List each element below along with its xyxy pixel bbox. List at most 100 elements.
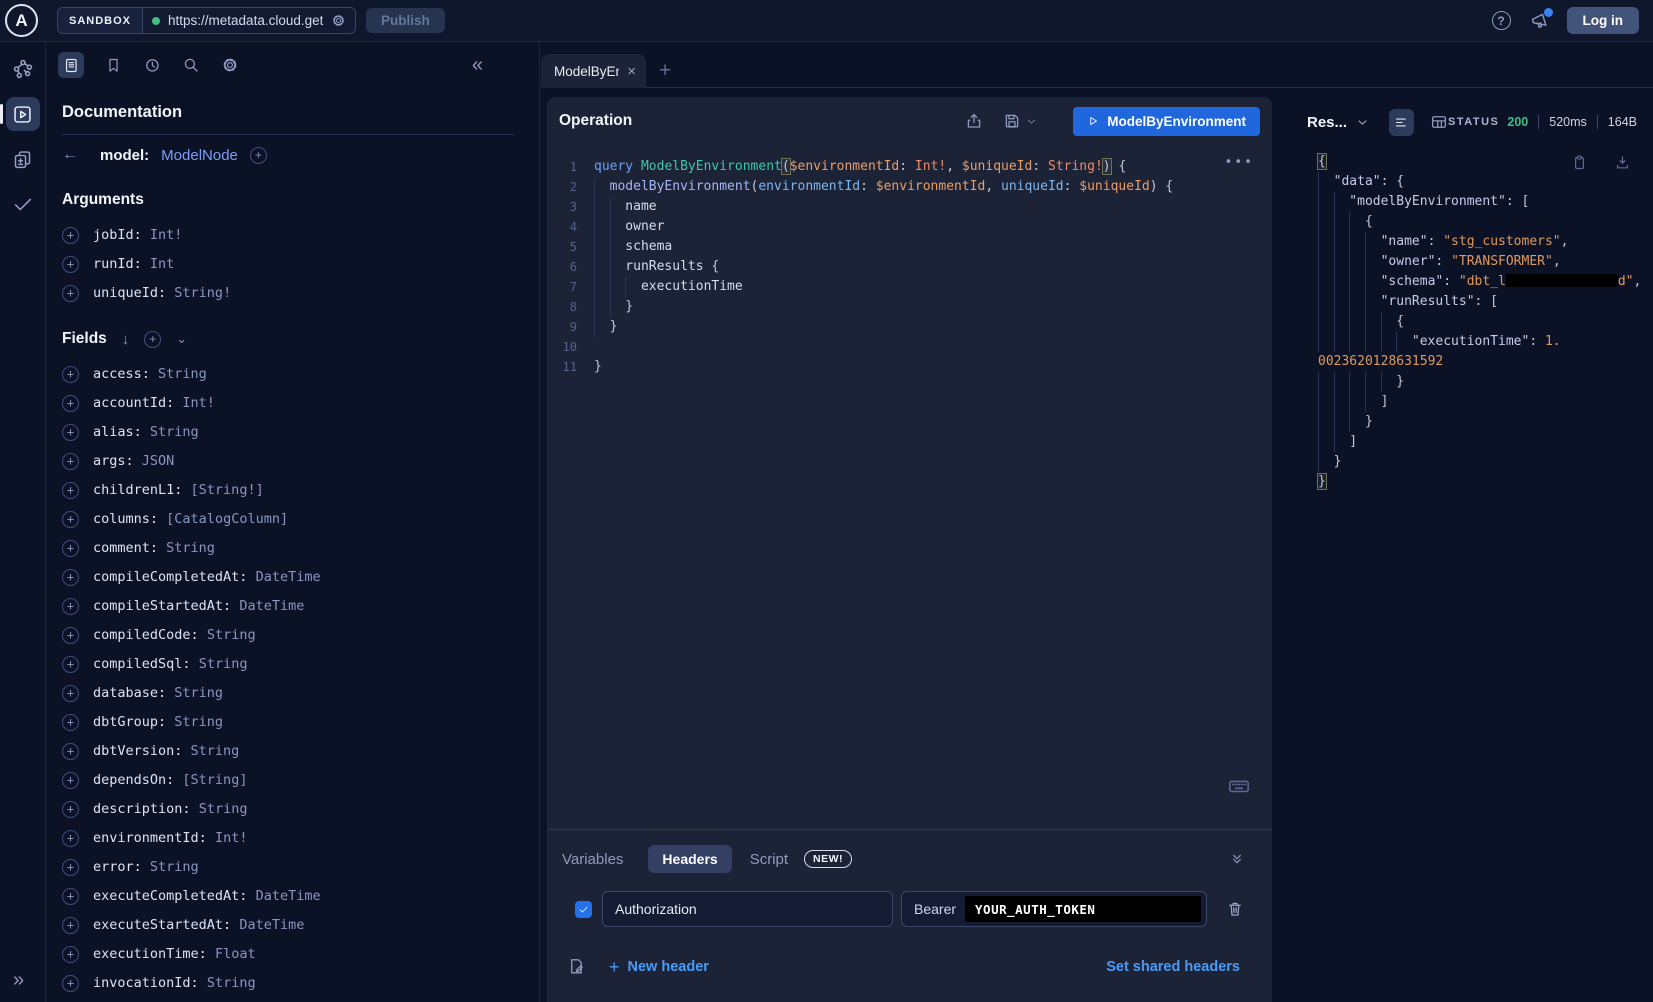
collapse-panel-icon[interactable] <box>1229 851 1245 867</box>
field-type-link[interactable]: String <box>150 424 199 440</box>
field-type-link[interactable]: String <box>207 627 256 643</box>
add-field-icon[interactable] <box>62 859 79 876</box>
rail-checks-icon[interactable] <box>6 187 40 221</box>
announcements-button[interactable] <box>1530 11 1550 31</box>
field-type-link[interactable]: Float <box>215 946 256 962</box>
share-operation-icon[interactable] <box>965 112 983 130</box>
add-field-icon[interactable] <box>62 743 79 760</box>
close-tab-icon[interactable] <box>627 64 636 79</box>
argument-type-link[interactable]: Int! <box>150 227 183 243</box>
add-field-icon[interactable] <box>62 772 79 789</box>
documentation-tab-icon[interactable] <box>58 52 84 78</box>
settings-icon[interactable] <box>221 56 239 74</box>
add-field-icon[interactable] <box>62 714 79 731</box>
field-type-link[interactable]: String <box>158 366 207 382</box>
add-all-fields-icon[interactable] <box>144 331 161 348</box>
add-field-icon[interactable] <box>62 975 79 992</box>
add-field-icon[interactable] <box>62 627 79 644</box>
endpoint-url-box[interactable]: https://metadata.cloud.get <box>143 8 355 33</box>
argument-type-link[interactable]: Int <box>150 256 174 272</box>
auth-token-redacted[interactable]: YOUR_AUTH_TOKEN <box>965 896 1201 922</box>
field-type-link[interactable]: DateTime <box>239 598 304 614</box>
add-field-icon[interactable] <box>62 830 79 847</box>
field-type-link[interactable]: [CatalogColumn] <box>166 511 288 527</box>
add-field-icon[interactable] <box>62 598 79 615</box>
history-icon[interactable] <box>143 56 161 74</box>
operation-editor[interactable]: 1query ModelByEnvironment($environmentId… <box>547 145 1272 829</box>
field-type-link[interactable]: String <box>207 975 256 991</box>
tab-headers[interactable]: Headers <box>648 845 731 873</box>
add-argument-icon[interactable] <box>62 256 79 273</box>
collapse-doc-panel-icon[interactable] <box>472 55 483 75</box>
formatted-view-toggle[interactable] <box>1389 109 1414 136</box>
field-type-link[interactable]: [String!] <box>191 482 264 498</box>
operation-tab[interactable]: ModelByEnvi... <box>541 54 646 88</box>
add-field-icon[interactable] <box>62 453 79 470</box>
field-type-link[interactable]: JSON <box>142 453 175 469</box>
field-type-link[interactable]: String <box>199 656 248 672</box>
field-type-link[interactable]: String <box>191 743 240 759</box>
field-type-link[interactable]: Int! <box>182 395 215 411</box>
add-field-icon[interactable] <box>62 511 79 528</box>
breadcrumb-type-link[interactable]: ModelNode <box>161 147 238 164</box>
add-field-icon[interactable] <box>62 656 79 673</box>
new-header-button[interactable]: New header <box>609 958 709 976</box>
field-type-link[interactable]: String <box>199 801 248 817</box>
field-type-link[interactable]: String <box>174 714 223 730</box>
field-type-link[interactable]: Int! <box>215 830 248 846</box>
add-field-icon[interactable] <box>62 366 79 383</box>
add-field-icon[interactable] <box>62 569 79 586</box>
argument-type-link[interactable]: String! <box>174 285 231 301</box>
field-type-link[interactable]: String <box>174 685 223 701</box>
response-dropdown-chevron-icon[interactable] <box>1356 116 1369 129</box>
back-icon[interactable] <box>62 146 88 164</box>
search-icon[interactable] <box>182 56 200 74</box>
field-type-link[interactable]: DateTime <box>256 888 321 904</box>
help-icon[interactable] <box>1492 11 1511 30</box>
field-type-link[interactable]: DateTime <box>239 917 304 933</box>
delete-header-icon[interactable] <box>1226 900 1244 918</box>
set-shared-headers-link[interactable]: Set shared headers <box>1106 959 1240 975</box>
apollo-logo[interactable]: A <box>5 4 38 37</box>
add-argument-icon[interactable] <box>62 227 79 244</box>
sort-fields-icon[interactable] <box>122 331 130 348</box>
endpoint-url[interactable]: https://metadata.cloud.get <box>168 13 323 28</box>
tab-variables[interactable]: Variables <box>562 851 623 868</box>
run-operation-button[interactable]: ModelByEnvironment <box>1073 107 1260 136</box>
save-operation-group[interactable] <box>1003 112 1037 130</box>
header-value-field[interactable]: Bearer YOUR_AUTH_TOKEN <box>901 891 1207 927</box>
add-field-icon[interactable] <box>250 147 267 164</box>
edit-as-text-icon[interactable] <box>567 957 586 976</box>
field-row: compileCompletedAt: DateTime <box>62 568 514 586</box>
add-field-icon[interactable] <box>62 946 79 963</box>
add-field-icon[interactable] <box>62 685 79 702</box>
login-button[interactable]: Log in <box>1567 7 1640 34</box>
add-argument-icon[interactable] <box>62 285 79 302</box>
header-key-input[interactable] <box>602 891 893 927</box>
add-field-icon[interactable] <box>62 482 79 499</box>
keyboard-shortcuts-icon[interactable] <box>1228 775 1250 797</box>
field-type-link[interactable]: DateTime <box>256 569 321 585</box>
bookmarks-icon[interactable] <box>105 57 122 74</box>
add-field-icon[interactable] <box>62 801 79 818</box>
rail-explorer-icon[interactable] <box>6 97 40 131</box>
new-tab-icon[interactable] <box>659 60 671 81</box>
add-field-icon[interactable] <box>62 888 79 905</box>
rail-schema-icon[interactable] <box>6 52 40 86</box>
fields-options-chevron-icon[interactable] <box>176 331 187 347</box>
endpoint-settings-icon[interactable] <box>331 13 346 28</box>
add-field-icon[interactable] <box>62 540 79 557</box>
publish-button[interactable]: Publish <box>366 8 445 33</box>
response-dropdown-label[interactable]: Res... <box>1307 114 1347 131</box>
expand-rail-icon[interactable] <box>13 970 24 990</box>
field-type-link[interactable]: [String] <box>182 772 247 788</box>
header-enabled-checkbox[interactable] <box>575 901 592 918</box>
field-type-link[interactable]: String <box>150 859 199 875</box>
add-field-icon[interactable] <box>62 917 79 934</box>
table-view-toggle[interactable] <box>1430 113 1448 131</box>
add-field-icon[interactable] <box>62 395 79 412</box>
tab-script[interactable]: Script <box>750 851 788 868</box>
add-field-icon[interactable] <box>62 424 79 441</box>
rail-operation-collections-icon[interactable] <box>6 142 40 176</box>
field-type-link[interactable]: String <box>166 540 215 556</box>
